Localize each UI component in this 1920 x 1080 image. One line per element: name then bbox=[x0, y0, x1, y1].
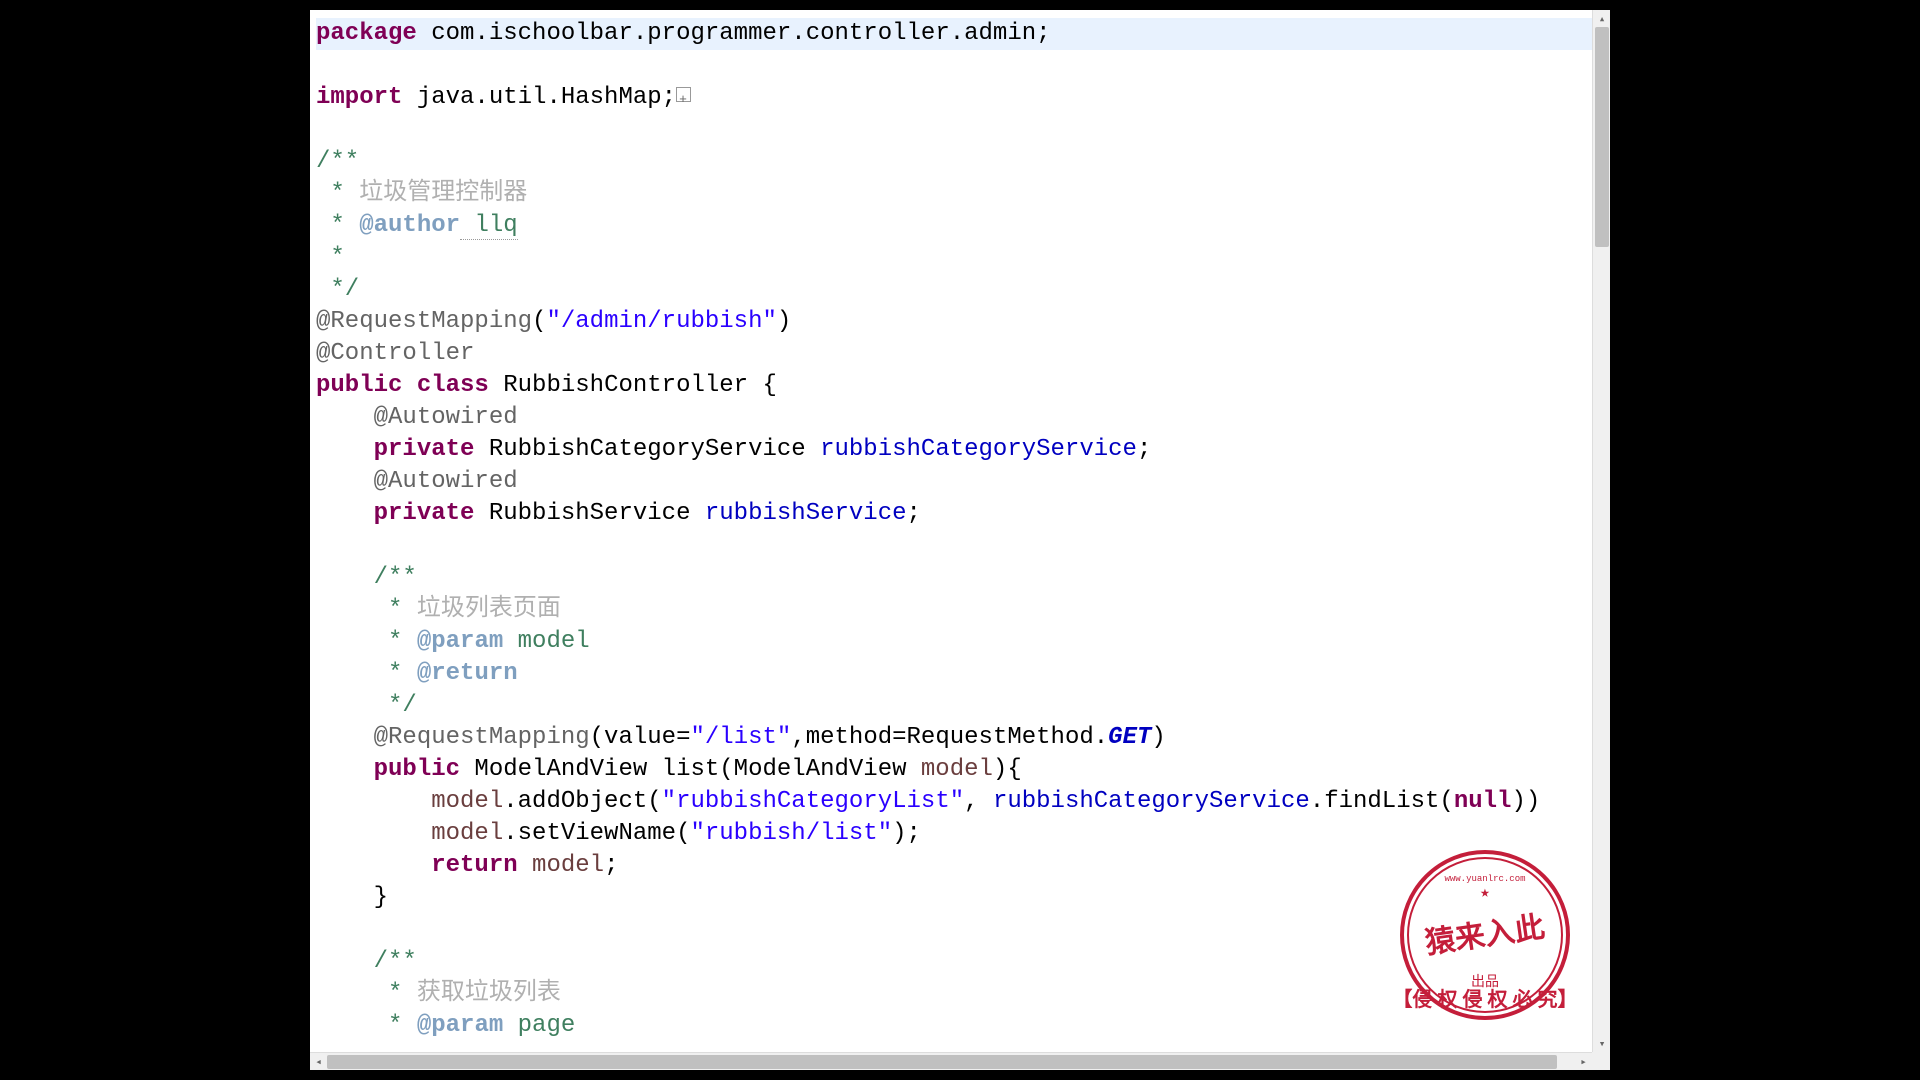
code-line: return model; bbox=[316, 850, 1592, 882]
code-line: public ModelAndView list(ModelAndView mo… bbox=[316, 754, 1592, 786]
scroll-left-icon[interactable]: ◂ bbox=[310, 1053, 327, 1070]
code-line: private RubbishService rubbishService; bbox=[316, 498, 1592, 530]
code-line: public class RubbishController { bbox=[316, 370, 1592, 402]
code-line: package com.ischoolbar.programmer.contro… bbox=[316, 18, 1592, 50]
code-line: @RequestMapping(value="/list",method=Req… bbox=[316, 722, 1592, 754]
code-line: * @author llq bbox=[316, 210, 1592, 242]
code-line: * 垃圾列表页面 bbox=[316, 594, 1592, 626]
scroll-down-icon[interactable]: ▾ bbox=[1593, 1035, 1610, 1052]
scroll-thumb[interactable] bbox=[327, 1055, 1557, 1069]
code-line: model.addObject("rubbishCategoryList", r… bbox=[316, 786, 1592, 818]
code-line: model.setViewName("rubbish/list"); bbox=[316, 818, 1592, 850]
scrollbar-corner bbox=[1592, 1052, 1610, 1070]
fold-icon[interactable] bbox=[676, 87, 691, 102]
code-line: * bbox=[316, 242, 1592, 274]
code-line: @Controller bbox=[316, 338, 1592, 370]
code-line bbox=[316, 914, 1592, 946]
scroll-thumb[interactable] bbox=[1595, 27, 1609, 247]
code-line: * 获取垃圾列表 bbox=[316, 978, 1592, 1010]
code-line: * 垃圾管理控制器 bbox=[316, 178, 1592, 210]
code-line bbox=[316, 530, 1592, 562]
code-line: private RubbishCategoryService rubbishCa… bbox=[316, 434, 1592, 466]
code-line bbox=[316, 114, 1592, 146]
code-line: @RequestMapping("/admin/rubbish") bbox=[316, 306, 1592, 338]
horizontal-scrollbar[interactable]: ◂ ▸ bbox=[310, 1052, 1592, 1070]
code-line bbox=[316, 50, 1592, 82]
scroll-right-icon[interactable]: ▸ bbox=[1575, 1053, 1592, 1070]
code-line: * @param model bbox=[316, 626, 1592, 658]
code-line: */ bbox=[316, 274, 1592, 306]
code-line: } bbox=[316, 882, 1592, 914]
code-line: */ bbox=[316, 690, 1592, 722]
code-line: /** bbox=[316, 146, 1592, 178]
code-line: @Autowired bbox=[316, 402, 1592, 434]
code-line: import java.util.HashMap; bbox=[316, 82, 1592, 114]
code-line: /** bbox=[316, 562, 1592, 594]
vertical-scrollbar[interactable]: ▴ ▾ bbox=[1592, 10, 1610, 1052]
code-line: /** bbox=[316, 946, 1592, 978]
code-line: * @return bbox=[316, 658, 1592, 690]
scroll-up-icon[interactable]: ▴ bbox=[1593, 10, 1610, 27]
code-line: @Autowired bbox=[316, 466, 1592, 498]
code-editor: package com.ischoolbar.programmer.contro… bbox=[310, 10, 1610, 1070]
code-line: * @param page bbox=[316, 1010, 1592, 1042]
code-content[interactable]: package com.ischoolbar.programmer.contro… bbox=[310, 10, 1592, 1052]
